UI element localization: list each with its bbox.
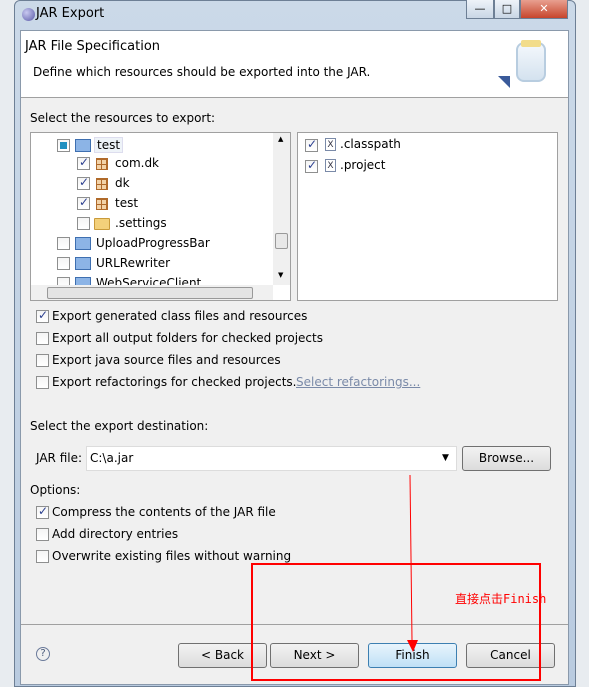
annotation-arrow	[407, 474, 418, 652]
annotation-text: 直接点击Finish	[455, 592, 547, 606]
